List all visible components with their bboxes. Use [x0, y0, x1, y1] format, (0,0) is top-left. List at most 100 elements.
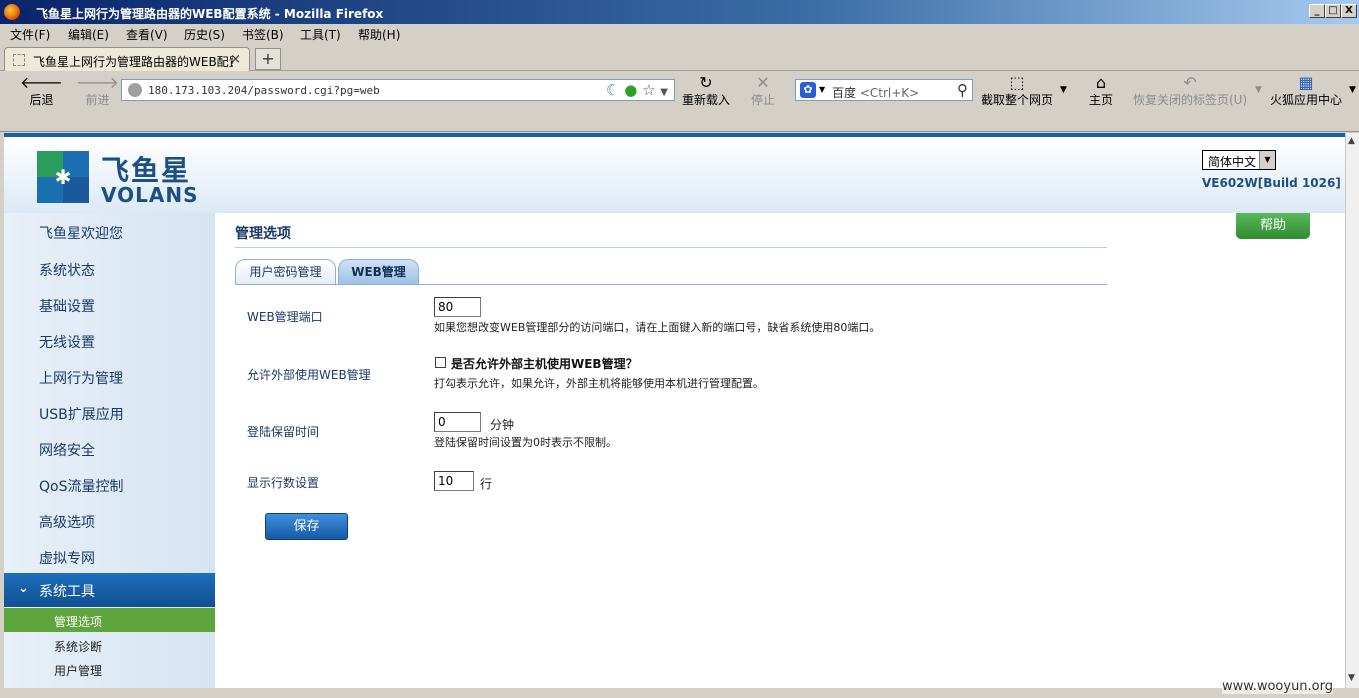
home-label: 主页: [1089, 93, 1114, 107]
capture-icon: ⬚: [1009, 73, 1025, 92]
reload-label: 重新载入: [682, 93, 731, 107]
sidebar-item-welcome[interactable]: 飞鱼星欢迎您: [39, 223, 123, 243]
stop-button[interactable]: ✕ 停止: [751, 75, 775, 108]
sidebar-item-wireless[interactable]: 无线设置: [39, 332, 95, 352]
scroll-up-icon[interactable]: ▲: [1348, 136, 1355, 146]
minimize-button[interactable]: _: [1309, 4, 1325, 18]
login-hint: 登陆保留时间设置为0时表示不限制。: [434, 436, 617, 449]
scroll-down-icon[interactable]: ▼: [1348, 673, 1355, 683]
tab-user-password[interactable]: 用户密码管理: [235, 259, 336, 284]
menu-edit[interactable]: 编辑(E): [68, 26, 109, 43]
login-time-input[interactable]: [434, 412, 481, 432]
url-bar-icons: ☾ ● ☆ ▼: [606, 81, 668, 99]
nav-toolbar: 🡐 后退 🡒 前进 180.173.103.204/password.cgi?p…: [0, 71, 1359, 132]
sidebar-item-usb[interactable]: USB扩展应用: [39, 404, 124, 424]
logo-text-en: VOLANS: [101, 183, 199, 207]
menu-history[interactable]: 历史(S): [184, 26, 225, 43]
sidebar-item-label: 系统工具: [39, 584, 95, 600]
menu-bookmarks[interactable]: 书签(B): [242, 26, 284, 43]
remote-label: 允许外部使用WEB管理: [247, 368, 371, 382]
sidebar-sub-diagnostics[interactable]: 系统诊断: [54, 638, 102, 655]
save-button[interactable]: 保存: [265, 513, 348, 540]
menu-help[interactable]: 帮助(H): [358, 26, 400, 43]
home-icon: ⌂: [1095, 73, 1107, 92]
tab-bar: 飞鱼星上网行为管理路由器的WEB配置… × +: [0, 44, 1359, 71]
app-grid-icon: ▦: [1298, 73, 1314, 92]
back-button[interactable]: 🡐 后退: [20, 75, 63, 108]
bookmark-star-icon[interactable]: ☆: [642, 81, 655, 99]
rows-unit: 行: [480, 477, 493, 491]
reload-icon: ↻: [699, 73, 713, 92]
sidebar-item-vpn[interactable]: 虚拟专网: [39, 548, 95, 568]
search-engine-dropdown-icon[interactable]: ▼: [819, 85, 825, 94]
reload-button[interactable]: ↻ 重新载入: [682, 75, 730, 108]
sidebar-item-security[interactable]: 网络安全: [39, 440, 95, 460]
remote-checkbox-label[interactable]: 是否允许外部主机使用WEB管理？: [451, 355, 638, 372]
window-titlebar: 飞鱼星上网行为管理路由器的WEB配置系统 - Mozilla Firefox _…: [0, 0, 1359, 24]
page-favicon-icon: [13, 54, 25, 66]
close-window-button[interactable]: X: [1341, 4, 1357, 18]
login-label: 登陆保留时间: [247, 425, 320, 439]
search-engine-name: 百度 <Ctrl+K>: [832, 86, 920, 100]
search-icon[interactable]: ⚲: [957, 81, 968, 99]
menu-bar: 文件(F) 编辑(E) 查看(V) 历史(S) 书签(B) 工具(T) 帮助(H…: [0, 24, 1359, 44]
language-select[interactable]: 简体中文 ▼: [1202, 150, 1276, 170]
url-text[interactable]: 180.173.103.204/password.cgi?pg=web: [148, 84, 380, 97]
tab-label: 飞鱼星上网行为管理路由器的WEB配置…: [33, 55, 233, 69]
port-input[interactable]: [434, 297, 481, 317]
green-go-icon[interactable]: ●: [624, 81, 637, 99]
menu-tools[interactable]: 工具(T): [300, 26, 341, 43]
remote-checkbox[interactable]: [435, 357, 446, 368]
app-center-label: 火狐应用中心: [1270, 93, 1343, 107]
url-dropdown-icon[interactable]: ▼: [660, 87, 668, 98]
restore-tabs-button[interactable]: ↶ 恢复关闭的标签页(U): [1133, 75, 1247, 108]
page-viewport: ✱ 飞鱼星 VOLANS 简体中文 ▼ VE602W[Build 1026] 飞…: [4, 133, 1345, 688]
stop-label: 停止: [751, 93, 776, 107]
tab-web-management[interactable]: WEB管理: [338, 259, 419, 284]
sidebar-item-system-tools[interactable]: ⌄ 系统工具: [4, 573, 215, 607]
tab-close-icon[interactable]: ×: [230, 52, 241, 67]
watermark: www.wooyun.org: [1222, 679, 1334, 694]
capture-page-button[interactable]: ⬚ 截取整个网页: [981, 75, 1053, 108]
menu-file[interactable]: 文件(F): [10, 26, 50, 43]
browser-tab[interactable]: 飞鱼星上网行为管理路由器的WEB配置… ×: [4, 47, 250, 71]
home-button[interactable]: ⌂ 主页: [1089, 75, 1113, 108]
language-value: 简体中文: [1208, 155, 1257, 169]
app-center-dropdown-icon[interactable]: ▼: [1349, 85, 1356, 95]
sidebar-item-status[interactable]: 系统状态: [39, 260, 95, 280]
rows-input[interactable]: [434, 471, 474, 491]
sidebar-item-basic[interactable]: 基础设置: [39, 296, 95, 316]
vertical-scrollbar[interactable]: ▲ ▼: [1345, 133, 1359, 688]
sidebar-sub-users[interactable]: 用户管理: [54, 662, 102, 679]
help-button[interactable]: 帮助: [1236, 213, 1310, 239]
sidebar-sub-management[interactable]: 管理选项: [4, 608, 215, 632]
restore-icon: ↶: [1183, 73, 1197, 92]
page-title: 管理选项: [235, 226, 291, 242]
title-divider: [235, 247, 1107, 248]
restore-tabs-label: 恢复关闭的标签页(U): [1133, 93, 1248, 107]
sidebar-item-qos[interactable]: QoS流量控制: [39, 476, 123, 496]
sidebar-item-behavior[interactable]: 上网行为管理: [39, 368, 123, 388]
app-center-button[interactable]: ▦ 火狐应用中心: [1270, 75, 1342, 108]
menu-view[interactable]: 查看(V): [126, 26, 168, 43]
forward-arrow-icon: 🡒: [76, 73, 119, 92]
search-bar[interactable]: ✿ ▼ 百度 <Ctrl+K> ⚲: [795, 79, 973, 101]
remote-hint: 打勾表示允许，如果允许，外部主机将能够使用本机进行管理配置。: [434, 377, 764, 390]
forward-button[interactable]: 🡒 前进: [76, 75, 119, 108]
maximize-button[interactable]: □: [1325, 4, 1341, 18]
sidebar-sub-label: 管理选项: [54, 615, 103, 629]
sidebar: 飞鱼星欢迎您 系统状态 基础设置 无线设置 上网行为管理 USB扩展应用 网络安…: [4, 213, 215, 688]
back-label: 后退: [29, 93, 54, 107]
restore-dropdown-icon[interactable]: ▼: [1255, 85, 1262, 95]
moon-icon[interactable]: ☾: [606, 81, 619, 99]
new-tab-button[interactable]: +: [255, 48, 281, 70]
capture-dropdown-icon[interactable]: ▼: [1060, 85, 1067, 95]
double-chevron-down-icon: ⌄: [18, 581, 29, 596]
sidebar-item-advanced[interactable]: 高级选项: [39, 512, 95, 532]
chevron-down-icon: ▼: [1259, 151, 1275, 169]
status-bar: [0, 688, 1359, 698]
stop-icon: ✕: [756, 73, 770, 92]
baidu-paw-icon[interactable]: ✿: [800, 82, 816, 98]
login-unit: 分钟: [490, 418, 515, 432]
url-bar[interactable]: 180.173.103.204/password.cgi?pg=web ☾ ● …: [121, 79, 675, 101]
